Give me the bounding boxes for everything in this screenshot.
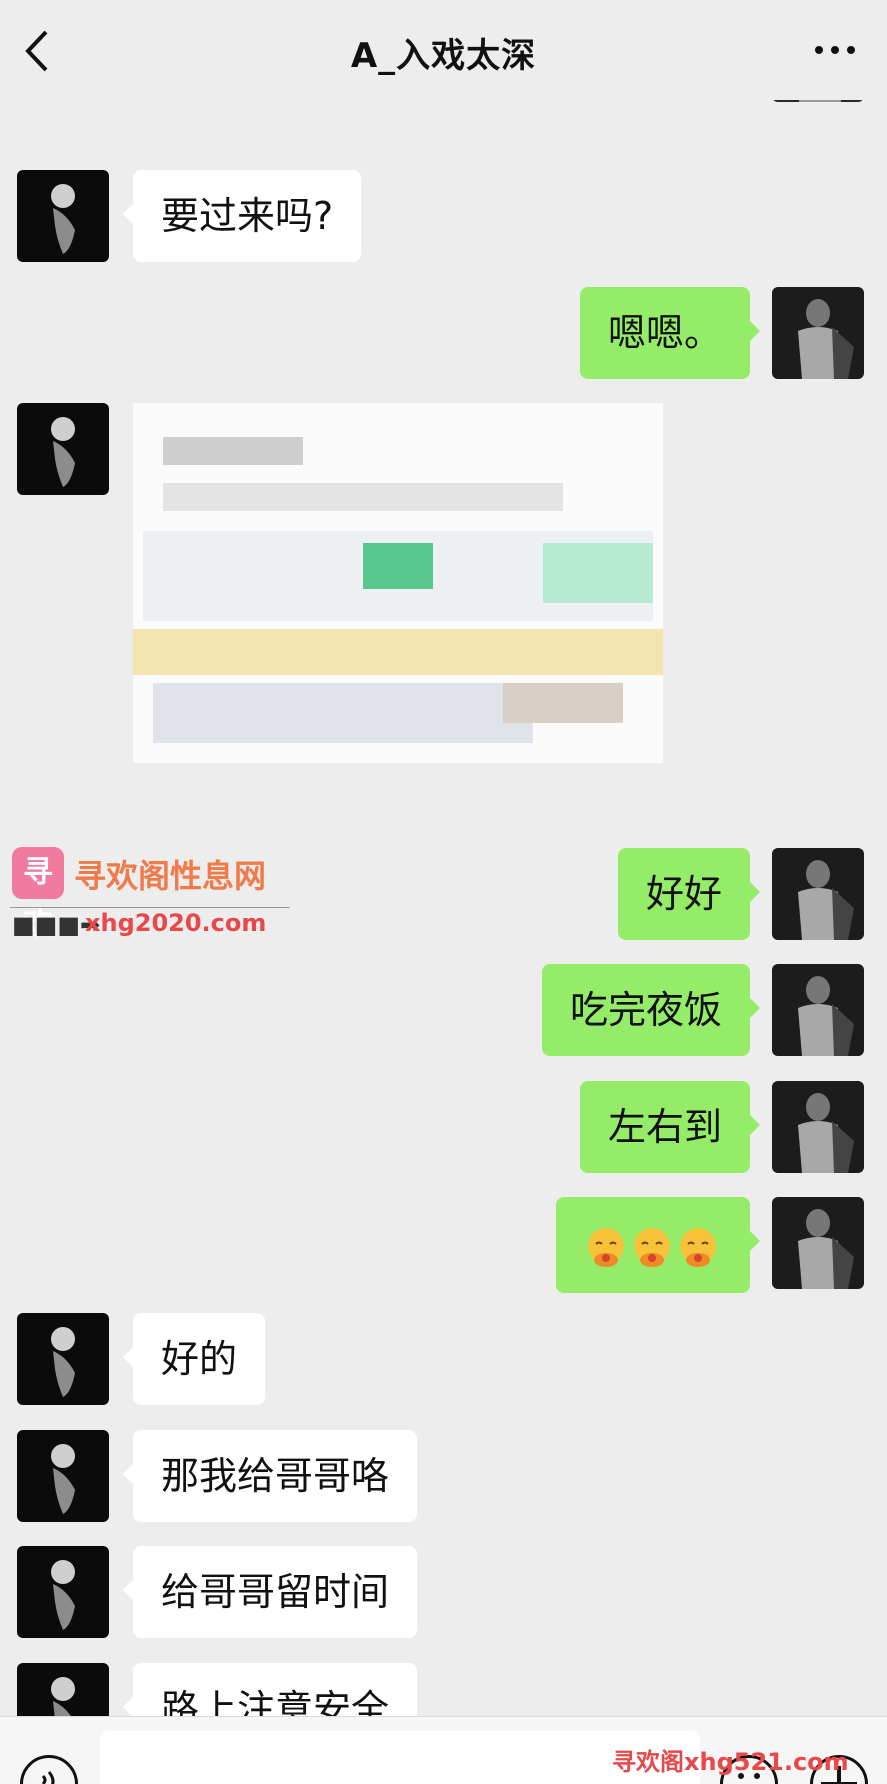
message-bubble[interactable]: 好好 [617, 848, 761, 940]
watermark-divider [10, 907, 290, 908]
smiling-face-with-hand-over-mouth-icon [630, 1226, 674, 1270]
watermark-site-name: 寻欢阁性息网 [74, 857, 267, 895]
message-input[interactable] [100, 1731, 700, 1784]
my-avatar[interactable] [772, 287, 864, 379]
message-bubble[interactable]: 那我给哥哥咯 [122, 1430, 418, 1522]
contact-avatar[interactable] [17, 1313, 109, 1405]
message-text: 路上注意安全 [161, 1687, 390, 1716]
message-bubble[interactable]: 好的 [122, 1313, 266, 1405]
footer-watermark-url: 寻欢阁xhg521.com [612, 1748, 849, 1776]
more-dots-icon [815, 46, 855, 54]
chat-title-text: A_入戏太深 [350, 36, 537, 76]
message-text: 嗯嗯。 [607, 311, 722, 355]
blurred-title [163, 437, 303, 465]
my-avatar[interactable] [772, 1197, 864, 1289]
message-bubble[interactable]: 路上注意安全 [122, 1663, 418, 1716]
watermark-logo: 寻欢 [12, 847, 64, 942]
chat-history[interactable]: 想你了 要过来吗? 嗯嗯。 [0, 0, 887, 1716]
blurred-map-bottom [503, 683, 623, 723]
message-bubble[interactable]: 左右到 [579, 1081, 761, 1173]
blurred-subtitle [163, 483, 563, 511]
my-avatar[interactable] [772, 1081, 864, 1173]
message-bubble[interactable]: 嗯嗯。 [579, 287, 761, 379]
my-avatar[interactable] [772, 964, 864, 1056]
message-text: 左右到 [607, 1105, 722, 1149]
watermark-url: xhg2020.com [85, 909, 267, 937]
message-bubble[interactable]: 给哥哥留时间 [122, 1546, 418, 1638]
message-bubble[interactable] [556, 1197, 760, 1293]
message-text: 那我给哥哥咯 [161, 1454, 390, 1498]
blurred-road [133, 629, 663, 675]
chat-title: A_入戏太深 [0, 28, 887, 77]
message-bubble[interactable]: 吃完夜饭 [541, 964, 761, 1056]
blurred-map-block [543, 543, 653, 603]
chat-header: A_入戏太深 [0, 0, 887, 100]
contact-avatar[interactable] [17, 1430, 109, 1522]
shared-location-card[interactable] [133, 403, 663, 763]
message-text: 好好 [645, 872, 722, 916]
my-avatar[interactable] [772, 848, 864, 940]
more-options-button[interactable] [811, 38, 859, 62]
contact-avatar[interactable] [17, 1546, 109, 1638]
message-text: 给哥哥留时间 [161, 1570, 390, 1614]
message-text: 好的 [161, 1337, 238, 1381]
voice-icon [41, 1771, 55, 1784]
blurred-map-block [363, 543, 433, 589]
message-bubble[interactable]: 要过来吗? [122, 170, 362, 262]
message-text: 要过来吗? [161, 194, 334, 238]
blurred-map-bottom [153, 683, 533, 743]
smiling-face-with-hand-over-mouth-icon [584, 1226, 628, 1270]
contact-avatar[interactable] [17, 403, 109, 495]
site-watermark: 寻欢 寻欢阁性息网 ■■■➡ xhg2020.com [10, 845, 300, 942]
message-text: 吃完夜饭 [569, 988, 722, 1032]
contact-avatar[interactable] [17, 170, 109, 262]
contact-avatar[interactable] [17, 1663, 109, 1716]
voice-input-button[interactable] [20, 1755, 78, 1784]
smiling-face-with-hand-over-mouth-icon [676, 1226, 720, 1270]
